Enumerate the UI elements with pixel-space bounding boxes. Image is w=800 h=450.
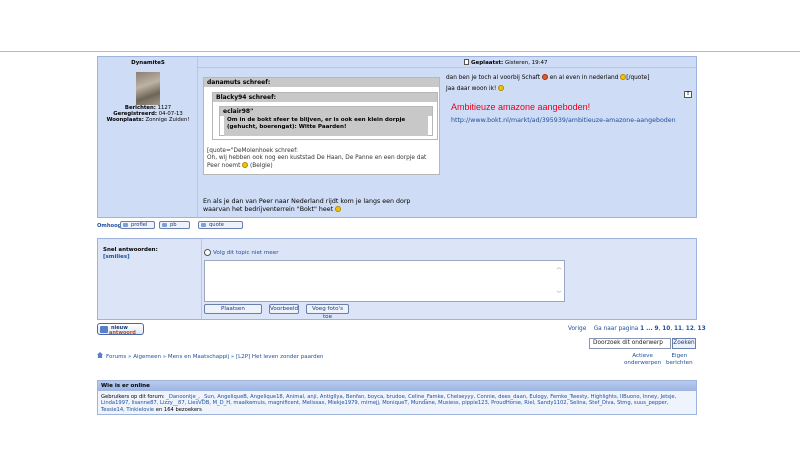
breadcrumb-forums[interactable]: Forums	[106, 354, 126, 360]
pager-dots: ...	[646, 326, 653, 332]
ad-link[interactable]: http://www.bokt.nl/markt/ad/395939/ambit…	[451, 117, 676, 124]
post-body-line-2: waarvan het bedrijventerrein "Bokt" heet	[203, 206, 443, 214]
add-photo-button[interactable]: Voeg foto's toe	[306, 304, 349, 320]
pager-sep	[588, 326, 592, 332]
active-topics-link[interactable]: Actieve onderwerpen	[624, 353, 661, 367]
unfollow-topic-link[interactable]: Volg dit topic niet meer	[204, 249, 279, 256]
angry-smiley-icon	[541, 74, 548, 80]
online-users: Gebruikers op dit forum: _Danoontje_, _S…	[98, 391, 696, 416]
signature-line-1: dan ben je toch al voorbij Schaft en al …	[446, 74, 686, 82]
post-author-panel: DynamiteS Berichten: 1127 Geregistreerd:…	[98, 57, 198, 217]
smiley-icon	[242, 162, 249, 169]
signature-line-1-a: dan ben je toch al voorbij Schaft	[446, 75, 541, 81]
scroll-up-icon[interactable]: ︿	[556, 265, 562, 271]
pager-page-12[interactable]: 12	[686, 326, 694, 332]
breadcrumb: Forums » Algemeen » Mens en Maatschappij…	[97, 352, 324, 360]
preview-button[interactable]: Voorbeeld	[269, 304, 299, 314]
quote-text-danamuts: [quote="DeMolenhoek schreef: Oh, wij heb…	[207, 148, 439, 171]
signature-line-2-text: Jaa daar woon ik!	[446, 86, 497, 92]
woonplaats-value: Zonnige Zuiden!	[145, 117, 190, 123]
quote-line-3: Peer noemt (Belgie)	[207, 162, 439, 170]
post-date: Geplaatst: Gisteren, 19:47	[464, 59, 548, 66]
posted-label: Geplaatst:	[471, 60, 504, 66]
quote-text-eclair98: Om in de bokt sfeer te blijven, er is oo…	[224, 116, 428, 136]
quote-header-blacky94: Blacky94 schreef:	[213, 93, 437, 102]
unfollow-label: Volg dit topic niet meer	[213, 250, 279, 256]
quote-line-1: [quote="DeMolenhoek schreef:	[207, 148, 298, 154]
pagination: Vorige Ga naar pagina 1 ... 9, 10, 11, 1…	[568, 326, 706, 332]
posted-value: Gisteren, 19:47	[504, 60, 548, 66]
smilies-link[interactable]: [smilies]	[103, 254, 130, 260]
avatar	[136, 72, 160, 105]
pager-previous[interactable]: Vorige	[568, 326, 586, 332]
new-reply-line-2: antwoord	[109, 330, 136, 336]
quote-danamuts: danamuts schreef: Blacky94 schreef: ecla…	[203, 77, 440, 175]
wink-smiley-icon	[335, 206, 342, 212]
post-actions: Omhoog profiel pb quote	[97, 221, 697, 231]
pager-label: Ga naar pagina	[593, 326, 639, 332]
signature-line-1-b: en al even in nederland	[549, 75, 619, 81]
post-document-icon[interactable]	[464, 59, 469, 65]
quote-header-eclair98: eclair98"	[220, 107, 432, 116]
signature-text: dan ben je toch al voorbij Schaft en al …	[446, 74, 686, 93]
pager-page-11[interactable]: 11	[674, 326, 682, 332]
quick-reply-side: Snel antwoorden: [smilies]	[98, 239, 202, 319]
signature-line-2: Jaa daar woon ik!	[446, 85, 686, 93]
quick-reply-title: Snel antwoorden:	[103, 247, 158, 253]
browser-top-area	[0, 0, 800, 52]
signature-line-1-c: [/quote]	[626, 75, 650, 81]
topic-search-input[interactable]: Doorzoek dit onderwerp	[589, 338, 671, 349]
new-reply-button[interactable]: nieuw antwoord	[97, 323, 144, 336]
online-suffix: en 164 bezoekers	[155, 406, 202, 413]
pager-page-13[interactable]: 13	[698, 326, 706, 332]
quote-line-3-text: Peer noemt	[207, 163, 241, 170]
quote-line-2: Oh, wij hebben ook nog een kuststad De H…	[207, 155, 427, 162]
own-posts-line-1: Eigen	[671, 353, 688, 359]
post-body-line-1: En als je dan van Peer naar Nederland ri…	[203, 198, 411, 205]
ad-title: Ambitieuze amazone aangeboden!	[451, 102, 591, 112]
who-is-online-panel: Wie is er online Gebruikers op dit forum…	[97, 380, 697, 415]
quote-header-danamuts: danamuts schreef:	[204, 78, 439, 87]
quote-line-3-suffix: (Belgie)	[250, 163, 273, 170]
post-author-name[interactable]: DynamiteS	[98, 60, 198, 66]
author-stats: Berichten: 1127 Geregistreerd: 04-07-13 …	[102, 105, 194, 123]
active-topics-line-2: onderwerpen	[624, 360, 662, 366]
breadcrumb-topic[interactable]: [L2P] Het leven zonder paarden	[236, 354, 324, 360]
scroll-down-icon[interactable]: ﹀	[556, 291, 562, 297]
profile-button[interactable]: profiel	[120, 221, 155, 229]
woonplaats-label: Woonplaats:	[106, 117, 144, 123]
reply-textarea[interactable]: ︿ ﹀	[204, 260, 565, 302]
pm-button[interactable]: pb	[159, 221, 190, 229]
online-prefix: Gebruikers op dit forum:	[101, 394, 165, 400]
omhoog-link[interactable]: Omhoog	[97, 223, 121, 229]
post-header: Geplaatst: Gisteren, 19:47	[198, 57, 696, 68]
happy-smiley-icon	[498, 85, 505, 91]
own-posts-line-2: berichten	[666, 360, 693, 366]
pager-page-9[interactable]: 9	[655, 326, 659, 332]
unfollow-icon	[204, 249, 211, 256]
home-icon[interactable]	[97, 352, 103, 358]
new-reply-icon	[100, 326, 108, 333]
submit-reply-button[interactable]: Plaatsen	[204, 304, 262, 314]
quote-eclair98: eclair98" Om in de bokt sfeer te blijven…	[219, 106, 433, 136]
quote-blacky94: Blacky94 schreef: eclair98" Om in de bok…	[212, 92, 438, 140]
own-posts-link[interactable]: Eigen berichten	[666, 353, 693, 367]
quote-button[interactable]: quote	[198, 221, 243, 229]
quick-reply-panel: Snel antwoorden: [smilies] Volg dit topi…	[97, 238, 697, 320]
who-is-online-title: Wie is er online	[98, 381, 696, 391]
post-body-line-2-text: waarvan het bedrijventerrein "Bokt" heet	[203, 206, 334, 213]
breadcrumb-mens[interactable]: Mens en Maatschappij	[168, 354, 229, 360]
pager-page-10[interactable]: 10	[662, 326, 670, 332]
forum-post: DynamiteS Berichten: 1127 Geregistreerd:…	[97, 56, 697, 218]
pager-page-1[interactable]: 1	[640, 326, 644, 332]
report-post-button[interactable]: !	[684, 91, 692, 98]
post-body: En als je dan van Peer naar Nederland ri…	[203, 198, 443, 214]
topic-search-button[interactable]: Zoeken	[672, 338, 696, 349]
breadcrumb-algemeen[interactable]: Algemeen	[133, 354, 161, 360]
active-topics-line-1: Actieve	[632, 353, 653, 359]
